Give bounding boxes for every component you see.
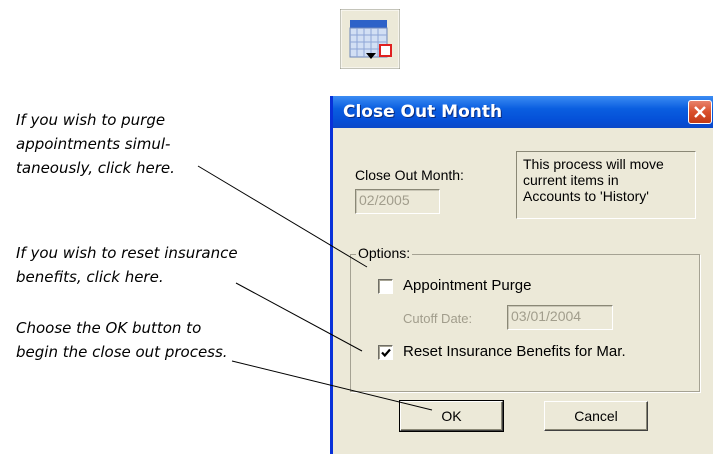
close-out-month-label: Close Out Month: [355, 167, 464, 183]
process-info-box: This process will move current items in … [516, 151, 696, 219]
dialog-title: Close Out Month [343, 102, 503, 122]
appointment-purge-label[interactable]: Appointment Purge [403, 277, 531, 294]
ok-button[interactable]: OK [399, 400, 504, 432]
callout-purge-text: If you wish to purge appointments simul-… [16, 111, 175, 177]
cutoff-date-field: 03/01/2004 [507, 305, 613, 330]
checkmark-icon [381, 348, 391, 358]
reset-insurance-label[interactable]: Reset Insurance Benefits for Mar. [403, 343, 626, 360]
dialog-titlebar[interactable]: Close Out Month [333, 96, 713, 128]
close-out-month-dialog: Close Out Month Close Out Month: 02/2005… [330, 96, 713, 454]
callout-ok-text: Choose the OK button to begin the close … [16, 319, 228, 361]
close-icon[interactable] [688, 100, 712, 124]
appointment-purge-checkbox[interactable] [378, 279, 393, 294]
options-label: Options: [356, 245, 413, 261]
close-out-month-field: 02/2005 [355, 189, 440, 214]
cancel-button[interactable]: Cancel [544, 401, 648, 431]
reset-insurance-checkbox[interactable] [378, 345, 393, 360]
cutoff-date-label: Cutoff Date: [403, 311, 473, 326]
callout-reset-text: If you wish to reset insurance benefits,… [16, 244, 238, 286]
calendar-icon[interactable] [339, 8, 401, 70]
